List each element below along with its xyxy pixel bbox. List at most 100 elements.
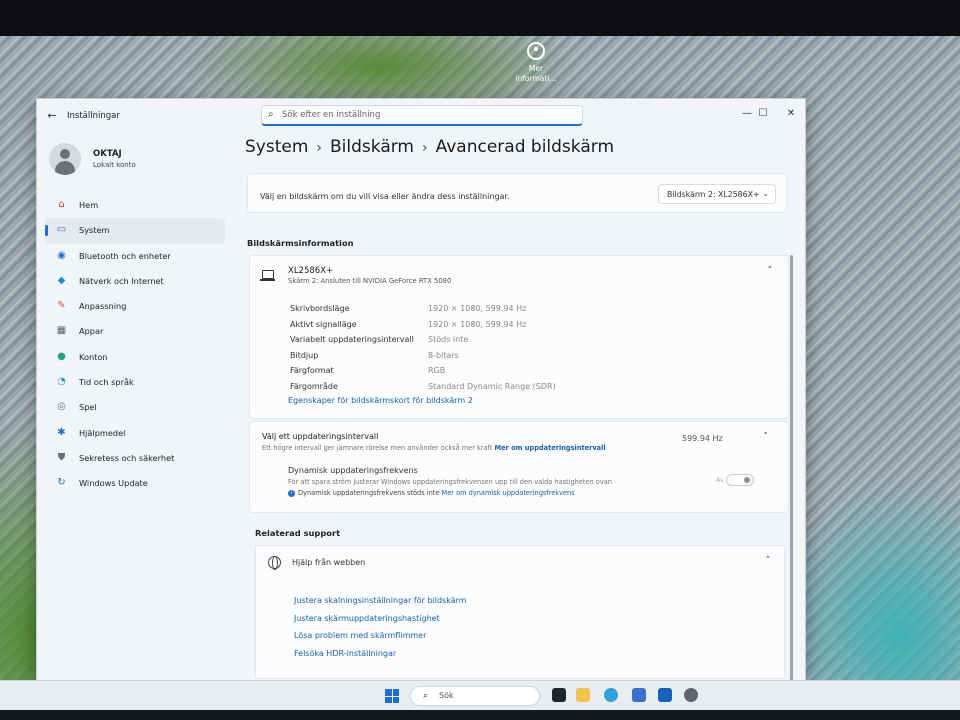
display-info-card: XL2586X+ Skärm 2: Ansluten till NVIDIA G…	[249, 255, 789, 419]
refresh-rate-desc: Ett högre intervall ger jämnare rörelse …	[262, 444, 606, 452]
desktop-info-shortcut[interactable]: Mer informati...	[514, 42, 558, 84]
sidebar-item-label: Windows Update	[79, 478, 148, 489]
refresh-rate-value[interactable]: 599.94 Hz	[682, 434, 723, 443]
start-button[interactable]	[385, 689, 399, 703]
taskbar-search[interactable]: ⌕ Sök	[410, 686, 540, 706]
user-profile[interactable]: OKTAJ Lokalt konto	[45, 139, 225, 189]
time-language-icon: ◔	[57, 376, 66, 388]
help-web-title: Hjälp från webben	[292, 558, 366, 567]
support-link[interactable]: Lösa problem med skärmflimmer	[294, 631, 467, 649]
sidebar-item-apps[interactable]: ▦ Appar	[45, 319, 225, 344]
back-arrow-icon[interactable]: ←	[45, 109, 59, 123]
desktop-icon-label-1: Mer	[528, 64, 544, 73]
info-value: Stöds inte	[428, 335, 469, 345]
sidebar-item-label: Hem	[79, 200, 99, 210]
sidebar-item-accounts[interactable]: ● Konton	[45, 345, 225, 370]
breadcrumb: System › Bildskärm › Avancerad bildskärm	[245, 137, 614, 157]
sidebar-item-bluetooth[interactable]: ◉ Bluetooth och enheter	[45, 244, 225, 269]
personalize-icon: ✎	[57, 300, 66, 312]
info-value: Standard Dynamic Range (SDR)	[428, 381, 556, 391]
sidebar-item-label: Spel	[79, 402, 97, 413]
windows-update-icon: ↻	[57, 477, 66, 489]
settings-gear-icon[interactable]	[684, 688, 698, 702]
sidebar-item-personalize[interactable]: ✎ Anpassning	[45, 294, 225, 319]
shield-icon: ⛊	[57, 451, 66, 463]
dynamic-refresh-toggle[interactable]	[726, 474, 754, 486]
support-link[interactable]: Felsöka HDR-inställningar	[294, 649, 467, 667]
outlook-icon[interactable]	[658, 688, 672, 702]
refresh-rate-title: Välj ett uppdateringsintervall	[262, 432, 379, 441]
display-select-value: Bildskärm 2: XL2586X+	[667, 190, 760, 199]
sidebar-item-label: Sekretess och säkerhet	[79, 452, 175, 463]
settings-window: ← Inställningar ⌕ Sök efter en inställni…	[36, 98, 806, 685]
monitor-name: XL2586X+	[288, 266, 334, 276]
breadcrumb-separator: ›	[316, 140, 323, 156]
store-icon[interactable]	[632, 688, 646, 702]
search-icon: ⌕	[268, 109, 274, 120]
dynamic-more-link[interactable]: Mer om dynamisk uppdateringsfrekvens	[442, 489, 575, 497]
sidebar-item-network[interactable]: ◆ Nätverk och Internet	[45, 269, 225, 294]
sidebar-item-system[interactable]: ▭ System	[45, 218, 225, 244]
user-name: OKTAJ	[93, 149, 122, 159]
info-label: Färgområde	[290, 381, 338, 391]
task-view-icon[interactable]	[552, 688, 566, 702]
title-bar: ← Inställningar ⌕ Sök efter en inställni…	[37, 99, 805, 133]
support-links: Justera skalningsinställningar för bilds…	[294, 596, 467, 666]
sidebar-item-time-language[interactable]: ◔ Tid och språk	[45, 370, 225, 395]
edge-icon[interactable]	[604, 688, 618, 702]
main-content: System › Bildskärm › Avancerad bildskärm Väl…	[245, 135, 795, 685]
info-label: Skrivbordsläge	[290, 304, 350, 313]
display-select[interactable]: Bildskärm 2: XL2586X+ ⌄	[658, 184, 776, 204]
dynamic-refresh-desc: För att spara ström justerar Windows upp…	[288, 478, 612, 486]
help-collapse-icon[interactable]: ˄	[766, 556, 771, 566]
network-icon: ◆	[57, 274, 66, 286]
sidebar-item-label: Konton	[79, 351, 108, 362]
apps-icon: ▦	[56, 325, 67, 337]
sidebar-item-label: System	[79, 225, 110, 236]
refresh-collapse-icon[interactable]: ˄	[764, 432, 769, 442]
scrollbar[interactable]	[790, 255, 793, 685]
info-label: Bitdjup	[290, 350, 319, 360]
avatar	[49, 143, 81, 175]
sidebar: OKTAJ Lokalt konto ⌂ Hem ▭ System ◉ Bluetooth…	[45, 139, 225, 497]
info-person-icon	[527, 42, 545, 60]
support-card: Hjälp från webben ˄ Justera skalningsins…	[255, 545, 785, 679]
file-explorer-icon[interactable]	[576, 688, 590, 702]
sidebar-item-label: Nätverk och Internet	[79, 275, 164, 286]
sidebar-item-label: Anpassning	[79, 301, 127, 312]
search-icon: ⌕	[423, 691, 429, 701]
info-value: 1920 × 1080, 599.94 Hz	[428, 304, 527, 313]
sidebar-item-accessibility[interactable]: ✱ Hjälpmedel	[45, 421, 225, 446]
sidebar-item-windows-update[interactable]: ↻ Windows Update	[45, 471, 225, 496]
settings-search-input[interactable]: ⌕ Sök efter en inställning	[261, 105, 583, 126]
display-picker-card: Välj en bildskärm om du vill visa eller …	[247, 173, 787, 213]
support-link[interactable]: Justera skärmuppdateringshastighet	[294, 614, 467, 632]
info-label: Variabelt uppdateringsintervall	[290, 335, 414, 345]
breadcrumb-display[interactable]: Bildskärm	[330, 137, 414, 157]
taskbar: ⌕ Sök	[0, 680, 960, 710]
related-support-heading: Relaterad support	[255, 528, 341, 538]
monitor-icon	[260, 270, 275, 281]
collapse-chevron-icon[interactable]: ˄	[768, 266, 773, 276]
info-label: Aktivt signalläge	[290, 319, 357, 329]
sidebar-item-gaming[interactable]: ◎ Spel	[45, 395, 225, 420]
breadcrumb-system[interactable]: System	[245, 137, 308, 157]
support-link[interactable]: Justera skalningsinställningar för bilds…	[294, 596, 467, 614]
dynamic-refresh-title: Dynamisk uppdateringsfrekvens	[288, 466, 418, 475]
search-placeholder: Sök efter en inställning	[282, 110, 381, 120]
info-value: 1920 × 1080, 599.94 Hz	[428, 319, 527, 329]
sidebar-item-shield[interactable]: ⛊ Sekretess och säkerhet	[45, 446, 225, 471]
system-icon: ▭	[56, 224, 67, 236]
refresh-more-link[interactable]: Mer om uppdateringsintervall	[495, 444, 606, 452]
screen-bezel-top	[0, 0, 960, 36]
app-title: Inställningar	[67, 111, 120, 121]
desktop-icon-label-2: informati...	[515, 74, 557, 83]
accounts-icon: ●	[57, 350, 66, 362]
maximize-button[interactable]: ☐	[751, 105, 775, 123]
sidebar-item-home[interactable]: ⌂ Hem	[45, 193, 225, 218]
close-button[interactable]: ✕	[779, 105, 803, 123]
sidebar-item-label: Bluetooth och enheter	[79, 250, 171, 261]
display-info-heading: Bildskärmsinformation	[247, 238, 354, 248]
info-value: 8-bitars	[428, 350, 459, 360]
adapter-properties-link[interactable]: Egenskaper för bildskärmskort för bildsk…	[288, 396, 473, 405]
